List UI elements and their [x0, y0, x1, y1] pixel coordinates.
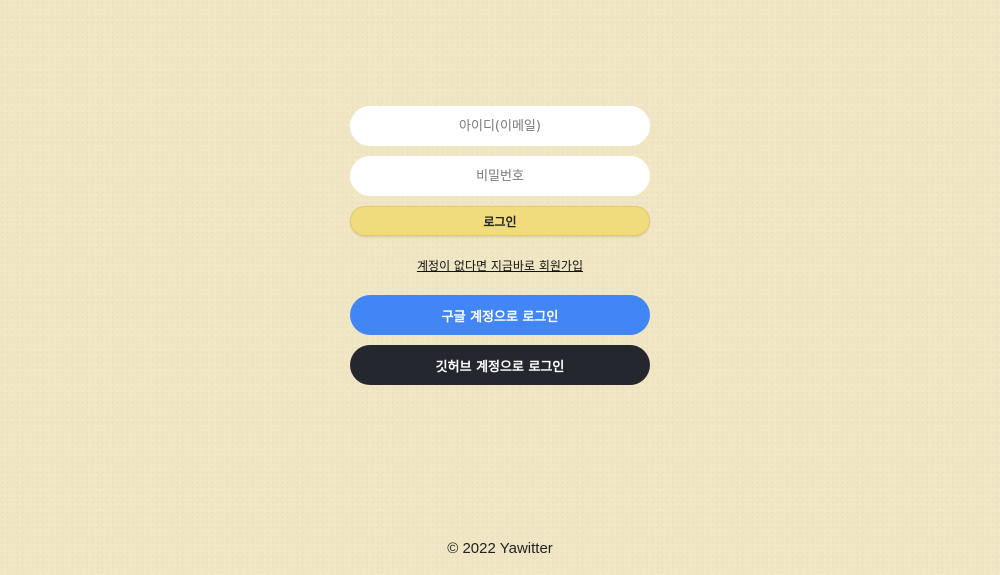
email-field[interactable] [350, 106, 650, 146]
login-form: 로그인 [350, 106, 650, 236]
password-field[interactable] [350, 156, 650, 196]
auth-container: 로그인 계정이 없다면 지금바로 회원가입 구글 계정으로 로그인 깃허브 계정… [350, 106, 650, 385]
footer-copyright: © 2022 Yawitter [447, 540, 553, 557]
signup-link[interactable]: 계정이 없다면 지금바로 회원가입 [350, 257, 650, 274]
login-button[interactable]: 로그인 [350, 206, 650, 236]
google-login-button[interactable]: 구글 계정으로 로그인 [350, 295, 650, 335]
github-login-button[interactable]: 깃허브 계정으로 로그인 [350, 345, 650, 385]
